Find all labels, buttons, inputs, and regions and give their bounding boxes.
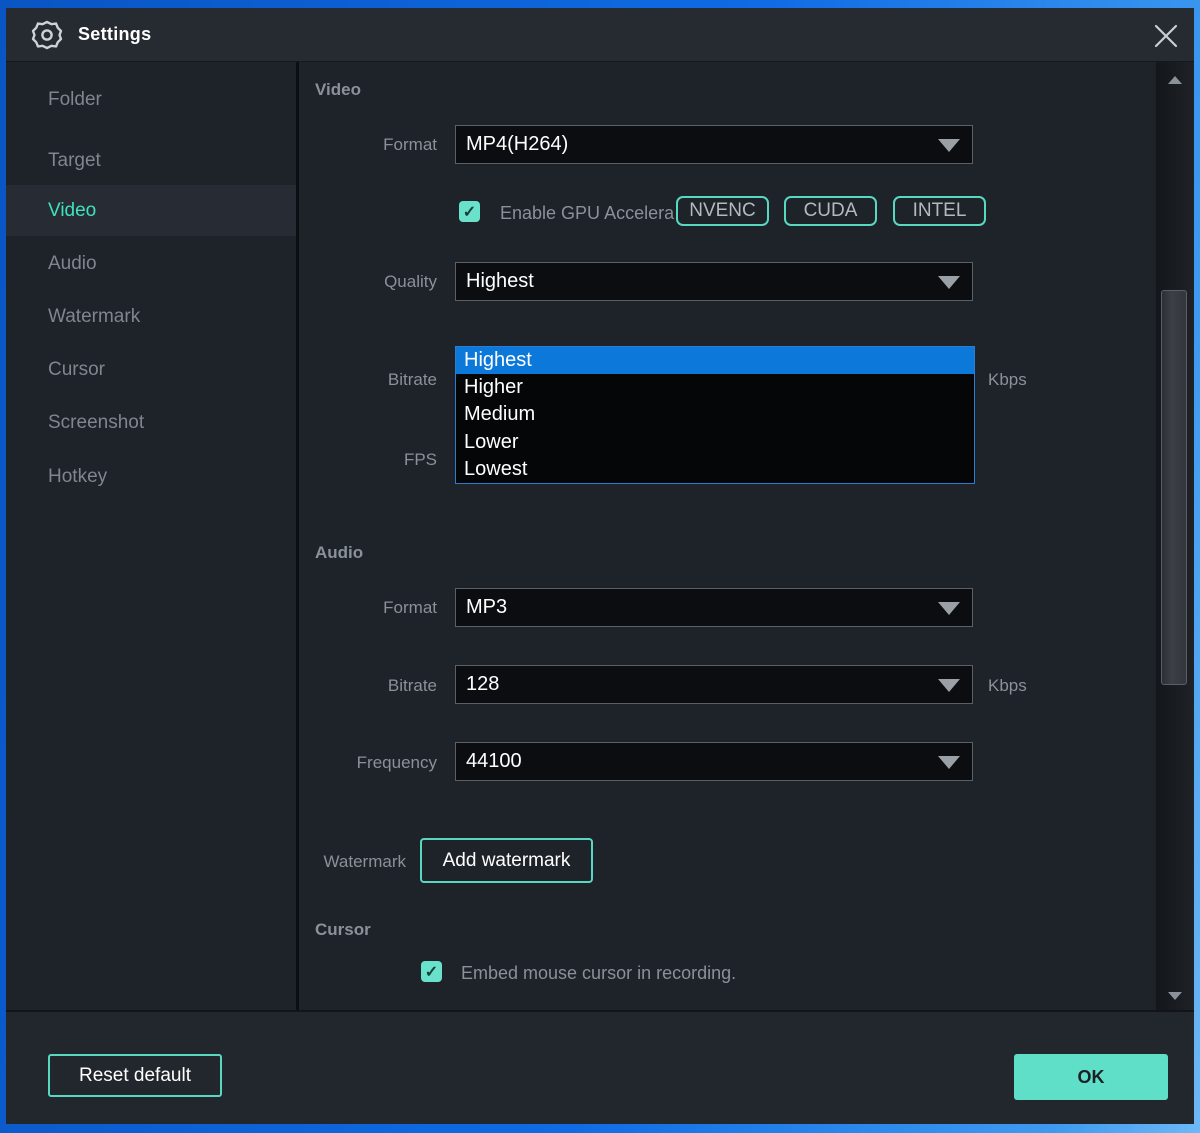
embed-cursor-checkbox[interactable]: ✓ bbox=[421, 961, 442, 982]
reset-default-button[interactable]: Reset default bbox=[48, 1054, 222, 1097]
frequency-dropdown[interactable]: 44100 bbox=[455, 742, 973, 781]
sidebar-item-video[interactable]: Video bbox=[6, 185, 296, 236]
quality-option-higher[interactable]: Higher bbox=[456, 374, 974, 401]
settings-content: Video Format MP4(H264) ✓ Enable GPU Acce… bbox=[299, 62, 1156, 1010]
quality-options-list: Highest Higher Medium Lower Lowest bbox=[455, 346, 975, 484]
add-watermark-button[interactable]: Add watermark bbox=[420, 838, 593, 883]
quality-option-lowest[interactable]: Lowest bbox=[456, 456, 974, 483]
quality-label: Quality bbox=[215, 272, 437, 292]
scrollbar-thumb[interactable] bbox=[1161, 290, 1187, 685]
window-title: Settings bbox=[78, 24, 151, 45]
scroll-down-arrow-icon[interactable] bbox=[1168, 992, 1182, 1000]
gpu-acceleration-checkbox[interactable]: ✓ bbox=[459, 201, 480, 222]
nvenc-button[interactable]: NVENC bbox=[676, 196, 769, 226]
quality-option-highest[interactable]: Highest bbox=[456, 347, 974, 374]
chevron-down-icon bbox=[938, 276, 960, 289]
audio-section-heading: Audio bbox=[315, 543, 363, 563]
checkmark-icon: ✓ bbox=[463, 202, 476, 222]
audio-bitrate-label: Bitrate bbox=[215, 676, 437, 696]
checkmark-icon: ✓ bbox=[425, 962, 438, 982]
chevron-down-icon bbox=[938, 602, 960, 615]
cursor-section-heading: Cursor bbox=[315, 920, 371, 940]
frequency-label: Frequency bbox=[215, 753, 437, 773]
cuda-button[interactable]: CUDA bbox=[784, 196, 877, 226]
intel-button[interactable]: INTEL bbox=[893, 196, 986, 226]
video-format-dropdown[interactable]: MP4(H264) bbox=[455, 125, 973, 164]
ok-button[interactable]: OK bbox=[1014, 1054, 1168, 1100]
audio-bitrate-dropdown[interactable]: 128 bbox=[455, 665, 973, 704]
chevron-down-icon bbox=[938, 679, 960, 692]
footer-bar: Reset default OK bbox=[6, 1010, 1194, 1124]
audio-format-label: Format bbox=[215, 598, 437, 618]
audio-bitrate-unit-label: Kbps bbox=[988, 676, 1027, 696]
sidebar-item-watermark[interactable]: Watermark bbox=[6, 291, 296, 342]
quality-dropdown[interactable]: Highest bbox=[455, 262, 973, 301]
close-button[interactable] bbox=[1148, 19, 1184, 53]
bitrate-unit-label: Kbps bbox=[988, 370, 1027, 390]
title-bar: Settings bbox=[6, 8, 1194, 62]
embed-cursor-label: Embed mouse cursor in recording. bbox=[461, 963, 736, 984]
watermark-label: Watermark bbox=[184, 852, 406, 872]
gear-icon bbox=[30, 18, 64, 52]
video-section-heading: Video bbox=[315, 80, 361, 100]
settings-window: Settings Folder Target Video Audio Water… bbox=[6, 8, 1194, 1124]
gpu-acceleration-label: Enable GPU Accelera bbox=[500, 203, 677, 224]
quality-option-lower[interactable]: Lower bbox=[456, 429, 974, 456]
fps-label: FPS bbox=[215, 450, 437, 470]
close-icon bbox=[1152, 22, 1180, 50]
vertical-scrollbar bbox=[1156, 62, 1193, 1010]
chevron-down-icon bbox=[938, 756, 960, 769]
bitrate-label: Bitrate bbox=[215, 370, 437, 390]
audio-format-dropdown[interactable]: MP3 bbox=[455, 588, 973, 627]
chevron-down-icon bbox=[938, 139, 960, 152]
video-format-label: Format bbox=[215, 135, 437, 155]
scroll-up-arrow-icon[interactable] bbox=[1168, 76, 1182, 84]
sidebar-item-folder[interactable]: Folder bbox=[6, 74, 296, 125]
sidebar-item-screenshot[interactable]: Screenshot bbox=[6, 397, 296, 448]
quality-option-medium[interactable]: Medium bbox=[456, 401, 974, 428]
